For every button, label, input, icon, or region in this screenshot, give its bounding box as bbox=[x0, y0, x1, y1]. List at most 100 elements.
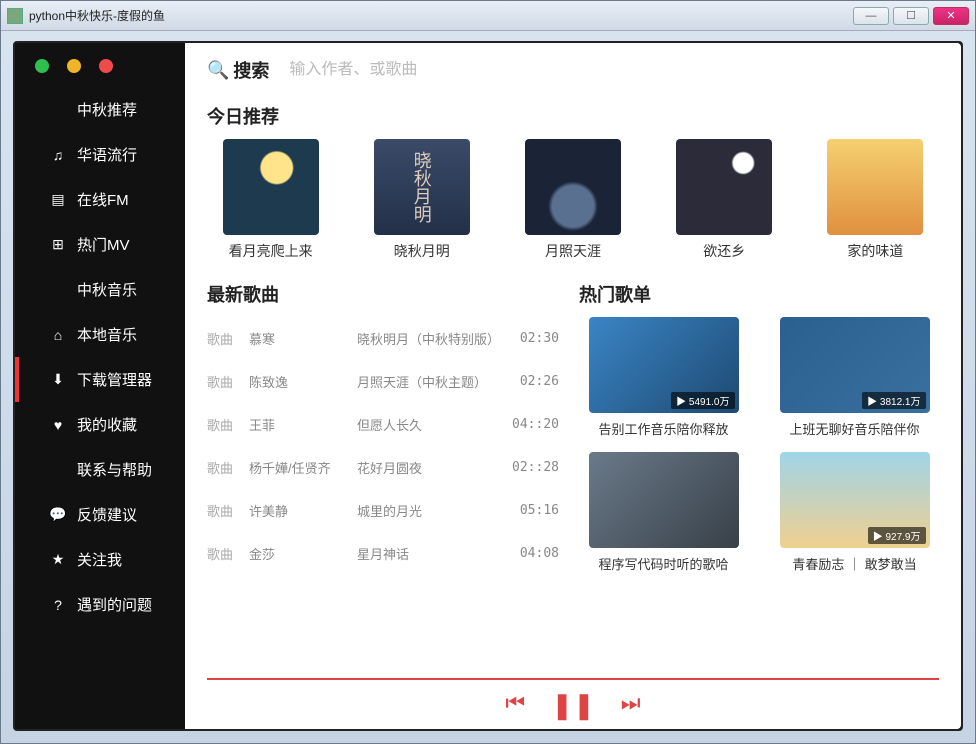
nav-label: 在线FM bbox=[77, 189, 129, 210]
close-button[interactable]: ✕ bbox=[933, 7, 969, 25]
nav-icon: ▤ bbox=[49, 191, 67, 208]
song-tag: 歌曲 bbox=[207, 458, 233, 477]
player-bar: ⏮ ❚❚ ⏭ bbox=[207, 678, 939, 721]
song-artist: 王菲 bbox=[249, 415, 341, 434]
nav-label: 中秋音乐 bbox=[77, 279, 137, 300]
sidebar-item-10[interactable]: ★ 关注我 bbox=[15, 537, 185, 582]
recommend-card[interactable]: 家的味道 bbox=[812, 139, 939, 261]
playlist-card[interactable]: ▶ 3812.1万上班无聊好音乐陪伴你 bbox=[770, 317, 939, 438]
song-artist: 陈致逸 bbox=[249, 372, 341, 391]
sidebar-item-6[interactable]: ⬇ 下载管理器 bbox=[15, 357, 185, 402]
nav-icon: ⬇ bbox=[49, 371, 67, 388]
section-hot: 热门歌单 bbox=[579, 281, 939, 307]
traffic-red[interactable] bbox=[99, 59, 113, 73]
nav-label: 中秋推荐 bbox=[77, 99, 137, 120]
recommend-thumb bbox=[525, 139, 621, 235]
song-row[interactable]: 歌曲陈致逸月照天涯（中秋主题）02:26 bbox=[207, 360, 559, 403]
search-label: 🔍 搜索 bbox=[207, 57, 269, 83]
nav-icon: ⊞ bbox=[49, 236, 67, 253]
play-count-badge: ▶ 5491.0万 bbox=[671, 392, 734, 409]
app-icon bbox=[7, 8, 23, 24]
song-title: 城里的月光 bbox=[357, 501, 504, 520]
playlist-thumb: ▶ 927.9万 bbox=[780, 452, 930, 548]
song-tag: 歌曲 bbox=[207, 329, 233, 348]
nav-icon: ♫ bbox=[49, 147, 67, 163]
sidebar-item-4[interactable]: 中秋音乐 bbox=[15, 267, 185, 312]
section-latest: 最新歌曲 bbox=[207, 281, 559, 307]
song-row[interactable]: 歌曲王菲但愿人长久04::20 bbox=[207, 403, 559, 446]
recommend-card[interactable]: 月照天涯 bbox=[509, 139, 636, 261]
song-artist: 许美静 bbox=[249, 501, 341, 520]
playlist-card[interactable]: ▶ 927.9万青春励志 ｜ 敢梦敢当 bbox=[770, 452, 939, 573]
recommend-card[interactable]: 看月亮爬上来 bbox=[207, 139, 334, 261]
sidebar-item-7[interactable]: ♥ 我的收藏 bbox=[15, 402, 185, 447]
nav-label: 反馈建议 bbox=[77, 504, 137, 525]
nav-label: 联系与帮助 bbox=[77, 459, 152, 480]
song-row[interactable]: 歌曲许美静城里的月光 05:16 bbox=[207, 489, 559, 532]
playlist-thumb: ▶ 3812.1万 bbox=[780, 317, 930, 413]
song-title: 但愿人长久 bbox=[357, 415, 496, 434]
nav-label: 我的收藏 bbox=[77, 414, 137, 435]
nav-label: 热门MV bbox=[77, 234, 130, 255]
song-title: 星月神话 bbox=[357, 544, 504, 563]
play-pause-button[interactable]: ❚❚ bbox=[551, 690, 595, 721]
nav-icon: ? bbox=[49, 597, 67, 613]
song-title: 花好月圆夜 bbox=[357, 458, 496, 477]
sidebar-item-5[interactable]: ⌂ 本地音乐 bbox=[15, 312, 185, 357]
song-duration: 05:16 bbox=[520, 503, 559, 518]
song-row[interactable]: 歌曲杨千嬅/任贤齐花好月圆夜 02::28 bbox=[207, 446, 559, 489]
song-title: 晓秋明月（中秋特别版） bbox=[357, 329, 504, 348]
recommend-thumb: 晓秋月明 bbox=[374, 139, 470, 235]
section-today: 今日推荐 bbox=[207, 103, 939, 129]
traffic-green[interactable] bbox=[35, 59, 49, 73]
playlist-card[interactable]: 程序写代码时听的歌哈 bbox=[579, 452, 748, 573]
recommend-card[interactable]: 晓秋月明晓秋月明 bbox=[358, 139, 485, 261]
nav-icon: ⌂ bbox=[49, 327, 67, 343]
recommend-title: 家的味道 bbox=[847, 241, 903, 261]
nav-label: 下载管理器 bbox=[77, 369, 152, 390]
nav-icon: 💬 bbox=[49, 506, 67, 523]
playlist-title: 上班无聊好音乐陪伴你 bbox=[789, 419, 919, 438]
sidebar-item-9[interactable]: 💬 反馈建议 bbox=[15, 492, 185, 537]
sidebar-item-2[interactable]: ▤ 在线FM bbox=[15, 177, 185, 222]
nav-icon: ♥ bbox=[49, 417, 67, 433]
recommend-title: 欲还乡 bbox=[703, 241, 745, 261]
nav-label: 关注我 bbox=[77, 549, 122, 570]
song-duration: 02:30 bbox=[520, 331, 559, 346]
nav-icon: ★ bbox=[49, 551, 67, 568]
song-tag: 歌曲 bbox=[207, 544, 233, 563]
recommend-thumb bbox=[676, 139, 772, 235]
song-duration: 02:26 bbox=[520, 374, 559, 389]
sidebar-item-3[interactable]: ⊞ 热门MV bbox=[15, 222, 185, 267]
minimize-button[interactable]: — bbox=[853, 7, 889, 25]
sidebar-item-0[interactable]: 中秋推荐 bbox=[15, 87, 185, 132]
song-tag: 歌曲 bbox=[207, 501, 233, 520]
titlebar: python中秋快乐-度假的鱼 — ☐ ✕ bbox=[1, 1, 975, 31]
sidebar-item-11[interactable]: ? 遇到的问题 bbox=[15, 582, 185, 627]
song-artist: 杨千嬅/任贤齐 bbox=[249, 458, 341, 477]
playlist-title: 程序写代码时听的歌哈 bbox=[598, 554, 728, 573]
nav-label: 本地音乐 bbox=[77, 324, 137, 345]
song-row[interactable]: 歌曲金莎星月神话04:08 bbox=[207, 532, 559, 575]
sidebar-item-1[interactable]: ♫华语流行 bbox=[15, 132, 185, 177]
playlist-title: 告别工作音乐陪你释放 bbox=[598, 419, 728, 438]
play-count-badge: ▶ 3812.1万 bbox=[862, 392, 925, 409]
window-title: python中秋快乐-度假的鱼 bbox=[29, 7, 853, 24]
prev-button[interactable]: ⏮ bbox=[505, 690, 525, 721]
song-tag: 歌曲 bbox=[207, 415, 233, 434]
recommend-card[interactable]: 欲还乡 bbox=[661, 139, 788, 261]
traffic-yellow[interactable] bbox=[67, 59, 81, 73]
song-duration: 02::28 bbox=[512, 460, 559, 475]
search-icon: 🔍 bbox=[207, 60, 229, 81]
playlist-thumb: ▶ 5491.0万 bbox=[589, 317, 739, 413]
nav-label: 遇到的问题 bbox=[77, 594, 152, 615]
song-row[interactable]: 歌曲慕寒晓秋明月（中秋特别版）02:30 bbox=[207, 317, 559, 360]
playlist-card[interactable]: ▶ 5491.0万告别工作音乐陪你释放 bbox=[579, 317, 748, 438]
sidebar-item-8[interactable]: 联系与帮助 bbox=[15, 447, 185, 492]
maximize-button[interactable]: ☐ bbox=[893, 7, 929, 25]
next-button[interactable]: ⏭ bbox=[621, 690, 641, 721]
search-input[interactable] bbox=[289, 61, 939, 79]
main-content: 🔍 搜索 今日推荐 看月亮爬上来晓秋月明晓秋月明月照天涯 欲还乡 家的味道 最新歌曲… bbox=[185, 43, 961, 729]
recommend-title: 月照天涯 bbox=[545, 241, 601, 261]
play-count-badge: ▶ 927.9万 bbox=[868, 527, 926, 544]
